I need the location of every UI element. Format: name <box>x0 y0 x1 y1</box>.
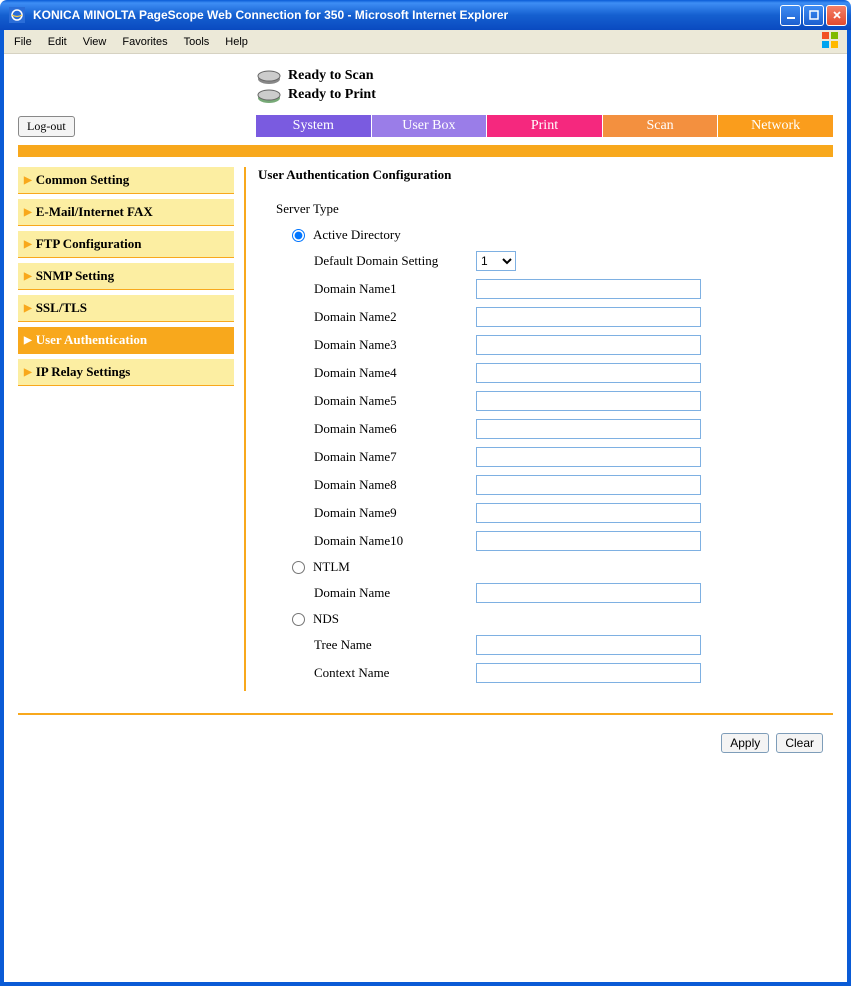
status-ready-to-print: Ready to Print <box>256 86 376 104</box>
window-title: KONICA MINOLTA PageScope Web Connection … <box>30 8 780 22</box>
nds-context-input[interactable] <box>476 663 701 683</box>
window-maximize-button[interactable] <box>803 5 824 26</box>
logout-button[interactable]: Log-out <box>18 116 75 137</box>
radio-label-nds: NDS <box>313 611 339 627</box>
sidebar: ▶ Common Setting ▶ E-Mail/Internet FAX ▶ FT… <box>18 167 244 691</box>
default-domain-select[interactable]: 1 <box>476 251 516 271</box>
sidebar-item-label: E-Mail/Internet FAX <box>36 204 153 220</box>
arrow-icon: ▶ <box>24 303 32 314</box>
arrow-icon: ▶ <box>24 239 32 250</box>
domain6-label: Domain Name6 <box>258 421 476 437</box>
domain7-label: Domain Name7 <box>258 449 476 465</box>
sidebar-item-label: SNMP Setting <box>36 268 114 284</box>
menu-favorites[interactable]: Favorites <box>114 32 175 52</box>
domain6-input[interactable] <box>476 419 701 439</box>
sidebar-item-label: Common Setting <box>36 172 130 188</box>
window-titlebar: KONICA MINOLTA PageScope Web Connection … <box>0 0 851 30</box>
domain9-input[interactable] <box>476 503 701 523</box>
page-title: User Authentication Configuration <box>258 167 833 183</box>
tab-user-box[interactable]: User Box <box>372 115 487 137</box>
radio-nds[interactable] <box>292 613 305 626</box>
domain2-input[interactable] <box>476 307 701 327</box>
domain10-input[interactable] <box>476 531 701 551</box>
status-ready-to-scan: Ready to Scan <box>256 67 376 85</box>
browser-menubar: File Edit View Favorites Tools Help <box>4 30 847 54</box>
ie-app-icon <box>9 7 25 23</box>
sidebar-item-ssl-tls[interactable]: ▶ SSL/TLS <box>18 295 234 322</box>
tab-scan[interactable]: Scan <box>603 115 718 137</box>
domain8-input[interactable] <box>476 475 701 495</box>
domain1-input[interactable] <box>476 279 701 299</box>
nds-context-label: Context Name <box>258 665 476 681</box>
arrow-icon: ▶ <box>24 367 32 378</box>
sidebar-item-email-fax[interactable]: ▶ E-Mail/Internet FAX <box>18 199 234 226</box>
menu-view[interactable]: View <box>75 32 115 52</box>
radio-label-active-directory: Active Directory <box>313 227 401 243</box>
tab-network[interactable]: Network <box>718 115 833 137</box>
arrow-icon: ▶ <box>24 175 32 186</box>
arrow-icon: ▶ <box>24 207 32 218</box>
window-minimize-button[interactable] <box>780 5 801 26</box>
tab-system[interactable]: System <box>256 115 371 137</box>
domain10-label: Domain Name10 <box>258 533 476 549</box>
sidebar-item-common-setting[interactable]: ▶ Common Setting <box>18 167 234 194</box>
radio-label-ntlm: NTLM <box>313 559 350 575</box>
sidebar-item-label: FTP Configuration <box>36 236 142 252</box>
orange-divider-bar <box>18 145 833 157</box>
arrow-icon: ▶ <box>24 271 32 282</box>
domain9-label: Domain Name9 <box>258 505 476 521</box>
domain3-label: Domain Name3 <box>258 337 476 353</box>
content-panel: User Authentication Configuration Server… <box>246 167 833 691</box>
ntlm-domain-label: Domain Name <box>258 585 476 601</box>
domain5-input[interactable] <box>476 391 701 411</box>
clear-button[interactable]: Clear <box>776 733 823 753</box>
sidebar-item-label: SSL/TLS <box>36 300 87 316</box>
menu-tools[interactable]: Tools <box>176 32 218 52</box>
domain4-input[interactable] <box>476 363 701 383</box>
nds-tree-label: Tree Name <box>258 637 476 653</box>
sidebar-item-ftp[interactable]: ▶ FTP Configuration <box>18 231 234 258</box>
domain5-label: Domain Name5 <box>258 393 476 409</box>
default-domain-label: Default Domain Setting <box>258 253 476 269</box>
sidebar-item-ip-relay[interactable]: ▶ IP Relay Settings <box>18 359 234 386</box>
menu-help[interactable]: Help <box>217 32 256 52</box>
sidebar-item-snmp[interactable]: ▶ SNMP Setting <box>18 263 234 290</box>
window-close-button[interactable] <box>826 5 847 26</box>
radio-ntlm[interactable] <box>292 561 305 574</box>
domain2-label: Domain Name2 <box>258 309 476 325</box>
apply-button[interactable]: Apply <box>721 733 769 753</box>
windows-logo-icon <box>813 27 845 56</box>
domain1-label: Domain Name1 <box>258 281 476 297</box>
radio-active-directory[interactable] <box>292 229 305 242</box>
ntlm-domain-input[interactable] <box>476 583 701 603</box>
domain7-input[interactable] <box>476 447 701 467</box>
arrow-icon: ▶ <box>24 335 32 346</box>
server-type-label: Server Type <box>276 201 833 217</box>
menu-file[interactable]: File <box>6 32 40 52</box>
sidebar-item-label: User Authentication <box>36 332 147 348</box>
nds-tree-input[interactable] <box>476 635 701 655</box>
scanner-icon <box>256 67 282 85</box>
domain8-label: Domain Name8 <box>258 477 476 493</box>
sidebar-item-label: IP Relay Settings <box>36 364 131 380</box>
domain3-input[interactable] <box>476 335 701 355</box>
printer-icon <box>256 86 282 104</box>
sidebar-item-user-authentication[interactable]: ▶ User Authentication <box>18 327 234 354</box>
domain4-label: Domain Name4 <box>258 365 476 381</box>
menu-edit[interactable]: Edit <box>40 32 75 52</box>
tab-print[interactable]: Print <box>487 115 602 137</box>
